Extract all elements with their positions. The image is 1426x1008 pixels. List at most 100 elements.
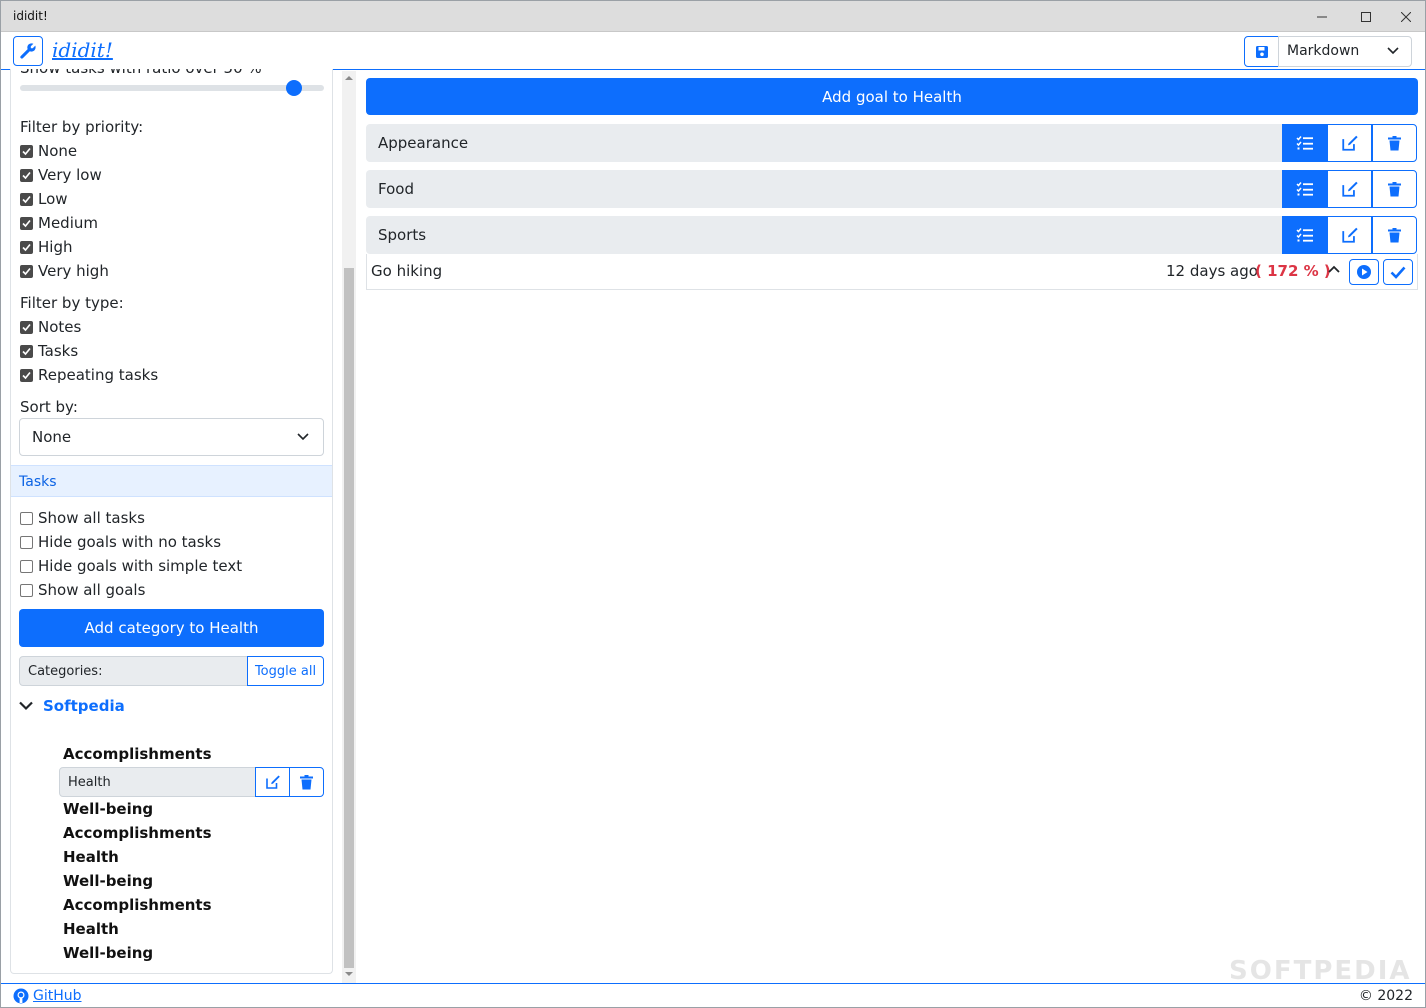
export-format-select[interactable]: Markdown xyxy=(1278,36,1412,67)
scroll-up-icon xyxy=(345,76,353,80)
hide-goals-simple-text-checkbox[interactable]: Hide goals with simple text xyxy=(20,556,242,576)
copyright: © 2022 xyxy=(1358,988,1413,1004)
window-title: ididit! xyxy=(13,9,48,23)
maximize-icon xyxy=(1361,11,1371,22)
tree-item[interactable]: Health xyxy=(63,848,119,866)
goal-name[interactable]: Food xyxy=(366,170,1283,208)
close-button[interactable] xyxy=(1383,1,1425,32)
list-check-icon xyxy=(1295,136,1313,150)
goal-tasks-button[interactable] xyxy=(1282,170,1327,208)
trash-icon xyxy=(1388,135,1401,150)
tree-item[interactable]: Accomplishments xyxy=(63,896,212,914)
edit-icon xyxy=(1341,181,1358,197)
ratio-slider-thumb[interactable] xyxy=(285,80,302,96)
tree-item[interactable]: Accomplishments xyxy=(63,824,212,842)
priority-filter-label: Filter by priority: xyxy=(20,118,144,136)
github-icon xyxy=(13,988,29,1004)
show-all-tasks-checkbox[interactable]: Show all tasks xyxy=(20,508,145,528)
priority-very-low-checkbox[interactable]: Very low xyxy=(20,165,102,185)
goal-edit-button[interactable] xyxy=(1327,170,1372,208)
chevron-up-icon[interactable] xyxy=(1328,265,1340,273)
trash-icon xyxy=(1388,181,1401,196)
app-window: ididit! ididit! Markdown Show tasks with… xyxy=(0,0,1426,1008)
save-button[interactable] xyxy=(1244,36,1279,67)
categories-label: Categories: xyxy=(19,656,248,686)
goal-tasks-button[interactable] xyxy=(1282,216,1327,254)
wrench-icon[interactable] xyxy=(13,36,43,66)
trash-icon xyxy=(1388,227,1401,242)
goal-row-food: Food xyxy=(366,170,1418,208)
tree-root-softpedia[interactable]: Softpedia xyxy=(19,697,125,715)
goal-row-appearance: Appearance xyxy=(366,124,1418,162)
add-category-button[interactable]: Add category to Health xyxy=(19,609,324,647)
task-name[interactable]: Go hiking xyxy=(371,262,442,280)
chevron-down-icon xyxy=(297,433,309,441)
add-goal-button[interactable]: Add goal to Health xyxy=(366,78,1418,115)
tree-item[interactable]: Health xyxy=(63,920,119,938)
priority-medium-checkbox[interactable]: Medium xyxy=(20,213,98,233)
goal-name[interactable]: Sports xyxy=(366,216,1283,254)
ratio-slider[interactable] xyxy=(20,85,324,91)
goal-delete-button[interactable] xyxy=(1372,170,1417,208)
list-check-icon xyxy=(1295,228,1313,242)
sort-value: None xyxy=(32,428,72,446)
priority-high-checkbox[interactable]: High xyxy=(20,237,72,257)
goal-tasks-button[interactable] xyxy=(1282,124,1327,162)
brand-link[interactable]: ididit! xyxy=(52,38,113,62)
goal-name[interactable]: Appearance xyxy=(366,124,1283,162)
ratio-filter-checkbox[interactable]: Show tasks with ratio over 50 % xyxy=(20,69,262,77)
complete-task-button[interactable] xyxy=(1383,259,1413,285)
start-task-button[interactable] xyxy=(1349,259,1379,285)
tree-item[interactable]: Well-being xyxy=(63,800,153,818)
edit-icon xyxy=(1341,227,1358,243)
priority-low-checkbox[interactable]: Low xyxy=(20,189,68,209)
tree-item[interactable]: Well-being xyxy=(63,944,153,962)
sidebar-scrollbar[interactable] xyxy=(342,71,356,983)
edit-category-button[interactable] xyxy=(255,767,290,797)
watermark: SOFTPEDIA xyxy=(1229,956,1412,986)
goal-row-sports: Sports xyxy=(366,216,1418,254)
tree-root-label: Softpedia xyxy=(43,697,125,715)
show-all-goals-checkbox[interactable]: Show all goals xyxy=(20,580,145,600)
trash-icon xyxy=(300,774,313,789)
priority-very-high-checkbox[interactable]: Very high xyxy=(20,261,109,281)
tasks-section-header[interactable]: Tasks xyxy=(11,465,332,497)
ratio-filter-label: Show tasks with ratio over 50 % xyxy=(20,69,262,77)
task-ratio: ( 172 % ) xyxy=(1255,262,1331,280)
task-row: Go hiking 12 days ago ( 172 % ) xyxy=(366,254,1418,290)
github-link[interactable]: GitHub xyxy=(13,988,82,1004)
check-icon xyxy=(1390,266,1406,279)
window-titlebar[interactable]: ididit! xyxy=(1,1,1425,32)
footer: GitHub © 2022 xyxy=(1,983,1425,1007)
close-icon xyxy=(1401,11,1411,22)
edit-icon xyxy=(265,775,280,789)
sidebar-scrollbar-thumb[interactable] xyxy=(344,268,354,968)
delete-category-button[interactable] xyxy=(289,767,324,797)
type-notes-checkbox[interactable]: Notes xyxy=(20,317,81,337)
type-filter-label: Filter by type: xyxy=(20,294,124,312)
tree-item[interactable]: Well-being xyxy=(63,872,153,890)
play-circle-icon xyxy=(1357,265,1371,279)
floppy-disk-icon xyxy=(1255,45,1268,58)
goal-delete-button[interactable] xyxy=(1372,216,1417,254)
export-format-value: Markdown xyxy=(1287,43,1360,59)
sidebar: Show tasks with ratio over 50 % Filter b… xyxy=(10,69,333,974)
goal-edit-button[interactable] xyxy=(1327,216,1372,254)
goal-delete-button[interactable] xyxy=(1372,124,1417,162)
sort-select[interactable]: None xyxy=(19,418,324,456)
edit-icon xyxy=(1341,135,1358,151)
goal-edit-button[interactable] xyxy=(1327,124,1372,162)
priority-none-checkbox[interactable]: None xyxy=(20,141,77,161)
chevron-down-icon xyxy=(1387,47,1399,55)
type-repeating-tasks-checkbox[interactable]: Repeating tasks xyxy=(20,365,158,385)
sort-label: Sort by: xyxy=(20,398,78,416)
hide-goals-no-tasks-checkbox[interactable]: Hide goals with no tasks xyxy=(20,532,221,552)
minimize-button[interactable] xyxy=(1299,1,1345,32)
tree-item[interactable]: Accomplishments xyxy=(63,745,212,763)
toggle-all-button[interactable]: Toggle all xyxy=(247,656,324,686)
tree-item-selected[interactable]: Health xyxy=(59,767,256,797)
list-check-icon xyxy=(1295,182,1313,196)
scroll-down-icon xyxy=(345,972,353,976)
type-tasks-checkbox[interactable]: Tasks xyxy=(20,341,78,361)
app-header: ididit! Markdown xyxy=(1,33,1425,70)
